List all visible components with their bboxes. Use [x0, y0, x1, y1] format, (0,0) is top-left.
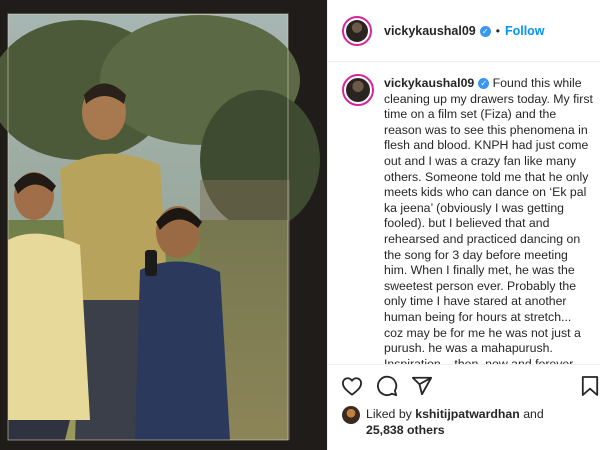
verified-badge-icon: ✓ [479, 25, 491, 37]
caption-section: vickykaushal09 ✓ Found this while cleanin… [328, 62, 600, 364]
caption-author-avatar[interactable] [342, 74, 374, 106]
post-sidebar: vickykaushal09 ✓ • Follow vickykaushal09 ✓… [327, 0, 600, 450]
caption-verified-badge-icon: ✓ [478, 78, 490, 90]
liker-avatar[interactable] [342, 406, 360, 424]
post-caption: vickykaushal09 ✓ Found this while cleanin… [384, 76, 593, 364]
follow-button[interactable]: Follow [505, 24, 545, 38]
caption-username[interactable]: vickykaushal09 [384, 76, 474, 90]
bookmark-icon [581, 376, 599, 396]
post-header: vickykaushal09 ✓ • Follow [328, 0, 600, 62]
author-username-text[interactable]: vickykaushal09 [384, 24, 476, 38]
author-avatar[interactable] [342, 15, 372, 46]
post-photo[interactable] [0, 0, 327, 450]
likes-text: Liked by kshitijpatwardhan and 25,838 ot… [366, 406, 544, 438]
author-username[interactable]: vickykaushal09 ✓ [384, 24, 491, 38]
likes-count[interactable]: 25,838 others [366, 423, 445, 437]
comment-button[interactable] [375, 374, 399, 398]
caption-body: Found this while cleaning up my drawers … [384, 76, 593, 364]
likes-and: and [523, 407, 544, 421]
share-button[interactable] [410, 374, 434, 398]
likes-prefix: Liked by [366, 407, 412, 421]
post-actions-bar [328, 364, 600, 406]
like-button[interactable] [340, 374, 364, 398]
comment-icon [377, 375, 398, 396]
save-button[interactable] [580, 374, 600, 398]
post-photo-image [0, 0, 327, 450]
likes-summary: Liked by kshitijpatwardhan and 25,838 ot… [342, 406, 597, 438]
liker-username[interactable]: kshitijpatwardhan [415, 407, 520, 421]
heart-icon [341, 376, 362, 396]
header-separator: • [495, 23, 500, 38]
share-icon [411, 376, 433, 395]
caption-row: vickykaushal09 ✓ Found this while cleanin… [342, 74, 593, 364]
